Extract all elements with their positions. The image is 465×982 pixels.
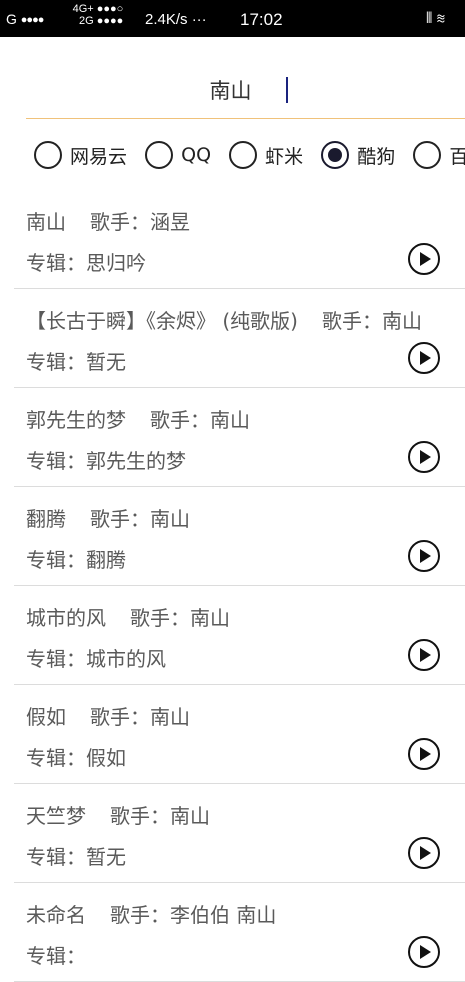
radio-unchecked-icon[interactable] <box>145 141 174 169</box>
search-bar <box>26 60 465 119</box>
play-icon[interactable] <box>408 936 440 968</box>
song-info: 郭先生的梦 歌手：南山 <box>26 404 250 433</box>
source-label: QQ <box>181 144 212 166</box>
play-icon[interactable] <box>408 441 440 473</box>
play-icon[interactable] <box>408 837 440 869</box>
album-name: 城市的风 <box>86 647 166 671</box>
list-item[interactable]: 翻腾 歌手：南山 专辑：翻腾 <box>14 487 465 586</box>
list-item[interactable]: 天竺梦 歌手：南山 专辑：暂无 <box>14 784 465 883</box>
search-input[interactable] <box>26 72 465 108</box>
list-item[interactable]: 未命名 歌手：李伯伯 南山 专辑： <box>14 883 465 982</box>
album-info: 专辑：思归吟 <box>26 247 146 276</box>
play-icon[interactable] <box>408 540 440 572</box>
singer-label: 歌手： <box>90 705 150 729</box>
song-info: 假如 歌手：南山 <box>26 701 190 730</box>
album-label: 专辑： <box>26 548 86 572</box>
song-info: 城市的风 歌手：南山 <box>26 602 230 631</box>
song-title: 城市的风 <box>26 606 106 630</box>
song-title: 天竺梦 <box>26 804 86 828</box>
list-item[interactable]: 南山 歌手：涵昱 专辑：思归吟 <box>14 190 465 289</box>
album-label: 专辑： <box>26 647 86 671</box>
play-icon[interactable] <box>408 342 440 374</box>
song-title: 南山 <box>26 210 66 234</box>
singer-name: 南山 <box>381 309 422 333</box>
singer-name: 南山 <box>150 507 190 531</box>
radio-unchecked-icon[interactable] <box>229 141 258 169</box>
song-info: 未命名 歌手：李伯伯 南山 <box>26 899 276 928</box>
album-info: 专辑： <box>26 940 86 969</box>
radio-unchecked-icon[interactable] <box>34 141 62 169</box>
album-info: 专辑：郭先生的梦 <box>26 445 186 474</box>
radio-unchecked-icon[interactable] <box>413 141 442 169</box>
carrier-label: G ●●●● <box>6 11 45 27</box>
album-label: 专辑： <box>26 845 86 869</box>
song-info: 【长古于瞬】《余烬》 (纯歌版) 歌手：南山 <box>26 305 422 334</box>
singer-label: 歌手： <box>321 309 382 333</box>
list-item[interactable]: 郭先生的梦 歌手：南山 专辑：郭先生的梦 <box>14 388 465 487</box>
singer-name: 南山 <box>210 408 250 432</box>
source-option-baidu[interactable]: 百 <box>413 141 465 169</box>
list-item[interactable]: 假如 歌手：南山 专辑：假如 <box>14 685 465 784</box>
search-results-list: 南山 歌手：涵昱 专辑：思归吟 【长古于瞬】《余烬》 (纯歌版) 歌手：南山 专辑：… <box>14 190 465 982</box>
song-title: 翻腾 <box>26 507 66 531</box>
source-radio-group: 网易云 QQ 虾米 酷狗 百 <box>34 141 465 173</box>
singer-label: 歌手： <box>110 903 170 927</box>
album-name: 暂无 <box>86 350 126 374</box>
album-info: 专辑：暂无 <box>26 841 126 870</box>
play-icon[interactable] <box>408 243 440 275</box>
song-title: 假如 <box>26 705 66 729</box>
album-label: 专辑： <box>26 449 86 473</box>
source-option-qq[interactable]: QQ <box>145 141 211 169</box>
singer-label: 歌手： <box>130 606 190 630</box>
signal-icon: ●●●● <box>20 14 45 26</box>
song-title: 郭先生的梦 <box>26 408 126 432</box>
singer-label: 歌手： <box>110 804 170 828</box>
source-option-kugou[interactable]: 酷狗 <box>321 141 395 169</box>
singer-label: 歌手： <box>150 408 210 432</box>
song-info: 天竺梦 歌手：南山 <box>26 800 210 829</box>
singer-name: 涵昱 <box>150 210 190 234</box>
album-label: 专辑： <box>26 350 86 374</box>
source-option-xiami[interactable]: 虾米 <box>229 141 303 169</box>
network-speed: 2.4K/s ··· <box>145 11 207 28</box>
album-name: 郭先生的梦 <box>86 449 186 473</box>
vibrate-wifi-icon: ⫴ ≋ <box>426 10 446 27</box>
singer-name: 南山 <box>190 606 230 630</box>
source-option-netease[interactable]: 网易云 <box>34 141 127 169</box>
album-info: 专辑：翻腾 <box>26 544 126 573</box>
song-info: 翻腾 歌手：南山 <box>26 503 190 532</box>
play-icon[interactable] <box>408 639 440 671</box>
album-info: 专辑：假如 <box>26 742 126 771</box>
status-bar: G ●●●● 4G+ ●●●○ 2G ●●●● 2.4K/s ··· 17:02… <box>0 0 465 37</box>
source-label: 网易云 <box>70 145 128 168</box>
singer-name: 李伯伯 南山 <box>170 903 277 927</box>
network-indicator: 4G+ ●●●○ 2G ●●●● <box>72 3 124 27</box>
source-label: 虾米 <box>265 145 304 168</box>
list-item[interactable]: 【长古于瞬】《余烬》 (纯歌版) 歌手：南山 专辑：暂无 <box>14 289 465 388</box>
album-name: 暂无 <box>86 845 126 869</box>
source-label: 百 <box>449 145 465 168</box>
album-label: 专辑： <box>26 944 86 968</box>
singer-label: 歌手： <box>90 210 150 234</box>
album-label: 专辑： <box>26 251 86 275</box>
singer-name: 南山 <box>170 804 210 828</box>
clock: 17:02 <box>240 10 283 29</box>
album-label: 专辑： <box>26 746 86 770</box>
album-name: 假如 <box>86 746 126 770</box>
song-title: 未命名 <box>26 903 86 927</box>
singer-name: 南山 <box>150 705 190 729</box>
list-item[interactable]: 城市的风 歌手：南山 专辑：城市的风 <box>14 586 465 685</box>
text-caret <box>286 77 288 103</box>
album-name: 思归吟 <box>86 251 146 275</box>
source-label: 酷狗 <box>357 145 396 168</box>
song-info: 南山 歌手：涵昱 <box>26 206 190 235</box>
radio-checked-icon[interactable] <box>321 141 350 169</box>
album-info: 专辑：城市的风 <box>26 643 166 672</box>
play-icon[interactable] <box>408 738 440 770</box>
album-info: 专辑：暂无 <box>26 346 126 375</box>
album-name: 翻腾 <box>86 548 126 572</box>
singer-label: 歌手： <box>90 507 150 531</box>
song-title: 【长古于瞬】《余烬》 (纯歌版) <box>26 309 298 333</box>
